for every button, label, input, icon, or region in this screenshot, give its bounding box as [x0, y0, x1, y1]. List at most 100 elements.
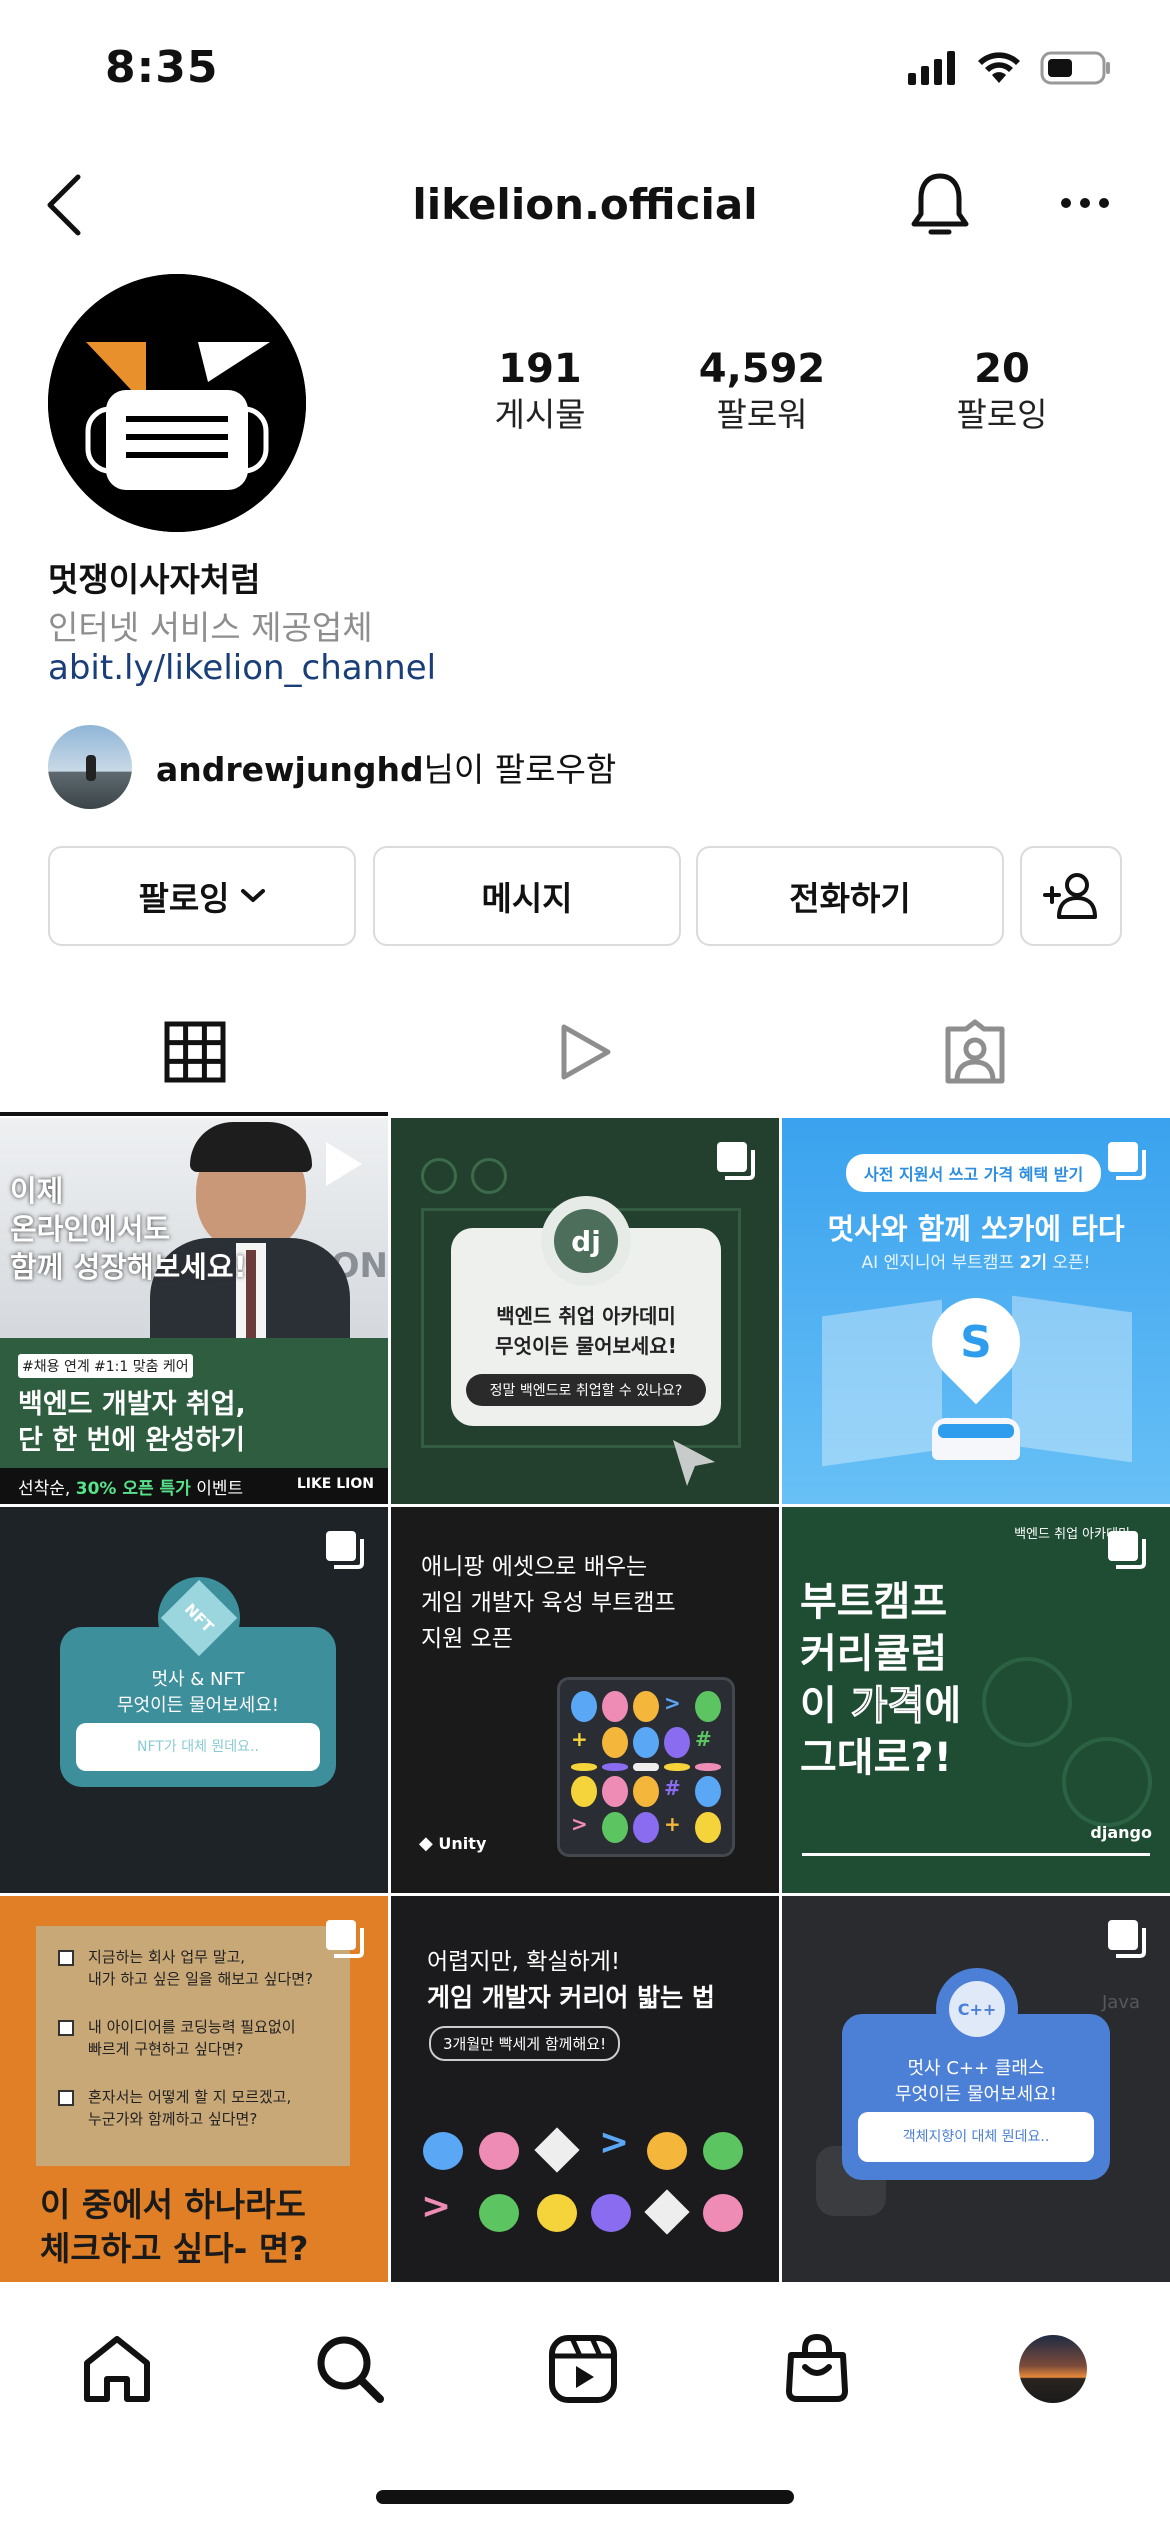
post-footer: 선착순, 30% 오픈 특가 이벤트 — [18, 1474, 243, 1499]
post-subtitle-c: 오픈! — [1046, 1253, 1091, 1273]
unity-brand: Unity — [438, 1834, 487, 1853]
post-thumbnail[interactable]: 애니팡 에셋으로 배우는 게임 개발자 육성 부트캠프 지원 오픈 > + # #… — [391, 1507, 779, 1893]
posts-count[interactable]: 191 게시물 — [440, 345, 640, 437]
post-thumbnail[interactable]: dj 백엔드 취업 아카데미 무엇이든 물어보세요! 정말 백엔드로 취업할 수… — [391, 1118, 779, 1504]
post-title-1: 멋사 C++ 클래스 — [907, 2058, 1045, 2079]
followed-by[interactable]: andrewjunghd님이 팔로우함 — [48, 724, 616, 810]
post-title-1: 애니팡 에셋으로 배우는 — [421, 1554, 648, 1580]
more-icon — [1061, 198, 1109, 208]
followers-count[interactable]: 4,592 팔로워 — [662, 345, 862, 437]
multi-post-icon — [326, 1920, 364, 1958]
bottom-nav — [0, 2284, 1170, 2434]
posts-count-label: 게시물 — [494, 395, 586, 434]
bell-icon — [911, 173, 969, 235]
post-pill: 사전 지원서 쓰고 가격 혜택 받기 — [846, 1154, 1102, 1192]
post-title-3c: 에 — [924, 1683, 962, 1729]
call-button-label: 전화하기 — [789, 879, 911, 918]
profile-actions: 팔로잉 메시지 전화하기 — [48, 846, 1122, 948]
shop-icon — [786, 2333, 848, 2402]
post-title-2: 무엇이든 물어보세요! — [495, 1334, 677, 1358]
post-footer-a: 선착순, — [18, 1479, 76, 1499]
status-bar: 8:35 — [0, 0, 1170, 140]
display-name: 멋쟁이사자처럼 — [48, 560, 261, 599]
post-fake-input: 객체지향이 대체 뭔데요.. — [858, 2112, 1094, 2162]
multi-post-icon — [1108, 1142, 1146, 1180]
checklist-item-3b: 누군가와 함께하고 싶다면? — [88, 2110, 258, 2128]
followed-by-text: andrewjunghd님이 팔로우함 — [156, 743, 616, 791]
tab-tagged[interactable] — [780, 990, 1170, 1114]
post-question: 정말 백엔드로 취업할 수 있나요? — [466, 1374, 706, 1406]
nav-home[interactable] — [72, 2324, 162, 2414]
profile-avatar[interactable] — [48, 274, 306, 532]
battery-icon — [1040, 51, 1110, 85]
profile-username-title: likelion.official — [412, 180, 758, 229]
followers-count-label: 팔로워 — [716, 395, 808, 434]
nav-search[interactable] — [305, 2324, 395, 2414]
multi-post-icon — [1108, 1920, 1146, 1958]
post-thumbnail[interactable]: 사전 지원서 쓰고 가격 혜택 받기 멋사와 함께 쏘카에 타다 AI 엔지니어… — [782, 1118, 1170, 1504]
posts-grid: ION 이제 온라인에서도 함께 성장해보세요! #채용 연계 #1:1 맞춤 … — [0, 1118, 1170, 2282]
post-subtitle: AI 엔지니어 부트캠프 2기 오픈! — [782, 1248, 1170, 1273]
django-brand: django — [1090, 1823, 1152, 1842]
more-options-button[interactable] — [1050, 178, 1120, 228]
post-title-1: 멋사 & NFT — [151, 1669, 245, 1690]
post-title-3: 이 가격에 — [800, 1673, 961, 1731]
post-title-2: 무엇이든 물어보세요! — [117, 1695, 279, 1716]
checklist-item-1a: 지금하는 회사 업무 말고, — [88, 1948, 246, 1966]
message-button[interactable]: 메시지 — [373, 846, 681, 946]
post-footer-c: 이벤트 — [190, 1479, 244, 1499]
multi-post-icon — [717, 1142, 755, 1180]
posts-count-number: 191 — [498, 346, 582, 392]
post-title-3: 지원 오픈 — [421, 1626, 513, 1652]
tagged-icon — [945, 1019, 1005, 1084]
checklist-item-2a: 내 아이디어를 코딩능력 필요없이 — [88, 2018, 296, 2036]
post-headline-1: 이제 — [10, 1174, 64, 1208]
django-badge: dj — [554, 1209, 618, 1273]
bio-link[interactable]: abit.ly/likelion_channel — [48, 648, 436, 688]
following-button[interactable]: 팔로잉 — [48, 846, 356, 946]
nav-profile[interactable] — [1008, 2324, 1098, 2414]
post-title-1: 백엔드 개발자 취업, — [18, 1389, 246, 1420]
post-thumbnail[interactable]: 백엔드 취업 아카데미 부트캠프 커리큘럼 이 가격에 그대로?! django — [782, 1507, 1170, 1893]
reels-tab-icon — [561, 1024, 611, 1080]
post-title-2: 게임 개발자 커리어 밟는 법 — [427, 1983, 715, 2012]
post-thumbnail[interactable]: Java C++ 멋사 C++ 클래스 무엇이든 물어보세요! 객체지향이 대체… — [782, 1896, 1170, 2282]
post-subtitle-b: 2기 — [1019, 1253, 1047, 1273]
post-title-1: 백엔드 취업 아카데미 — [496, 1304, 676, 1328]
post-title-4: 그대로?! — [800, 1735, 952, 1781]
post-title-2: 커리큘럼 — [800, 1631, 948, 1677]
wifi-icon — [978, 52, 1020, 83]
post-thumbnail[interactable]: 어렵지만, 확실하게! 게임 개발자 커리어 밟는 법 3개월만 빡세게 함께해… — [391, 1896, 779, 2282]
checklist-item-3a: 혼자서는 어떻게 할 지 모르겠고, — [88, 2088, 292, 2106]
nav-reels[interactable] — [538, 2324, 628, 2414]
post-title-2: 체크하고 싶다- 면? — [40, 2229, 309, 2268]
grid-icon — [164, 1021, 226, 1083]
cursor-icon — [673, 1440, 715, 1486]
call-button[interactable]: 전화하기 — [696, 846, 1004, 946]
suggested-people-button[interactable] — [1020, 846, 1122, 946]
followers-count-number: 4,592 — [698, 346, 826, 392]
following-count[interactable]: 20 팔로잉 — [902, 345, 1102, 437]
java-watermark: Java — [1101, 1992, 1140, 2013]
follower-avatar — [48, 725, 132, 809]
tab-posts[interactable] — [0, 990, 390, 1114]
notifications-button[interactable] — [905, 166, 975, 246]
post-title-1: 부트캠프 — [800, 1579, 948, 1625]
multi-post-icon — [326, 1531, 364, 1569]
post-title: 멋사와 함께 쏘카에 타다 — [827, 1212, 1125, 1246]
profile-tabs — [0, 990, 1170, 1118]
tab-reels[interactable] — [390, 990, 780, 1114]
post-thumbnail[interactable]: ION 이제 온라인에서도 함께 성장해보세요! #채용 연계 #1:1 맞춤 … — [0, 1118, 388, 1504]
chevron-down-icon — [240, 889, 265, 902]
post-subtitle-a: AI 엔지니어 부트캠프 — [861, 1253, 1020, 1273]
following-button-label: 팔로잉 — [138, 879, 230, 918]
post-title-1: 이 중에서 하나라도 — [40, 2185, 306, 2224]
home-indicator — [376, 2490, 794, 2504]
following-count-label: 팔로잉 — [956, 395, 1048, 434]
nav-shop[interactable] — [772, 2324, 862, 2414]
post-thumbnail[interactable]: NFT 멋사 & NFT 무엇이든 물어보세요! NFT가 대체 뭔데요.. — [0, 1507, 388, 1893]
post-thumbnail[interactable]: 지금하는 회사 업무 말고, 내가 하고 싶은 일을 해보고 싶다면? 내 아이… — [0, 1896, 388, 2282]
status-icons — [908, 50, 1112, 86]
post-headline-2: 온라인에서도 — [10, 1212, 171, 1246]
followed-by-username[interactable]: andrewjunghd — [156, 750, 424, 789]
